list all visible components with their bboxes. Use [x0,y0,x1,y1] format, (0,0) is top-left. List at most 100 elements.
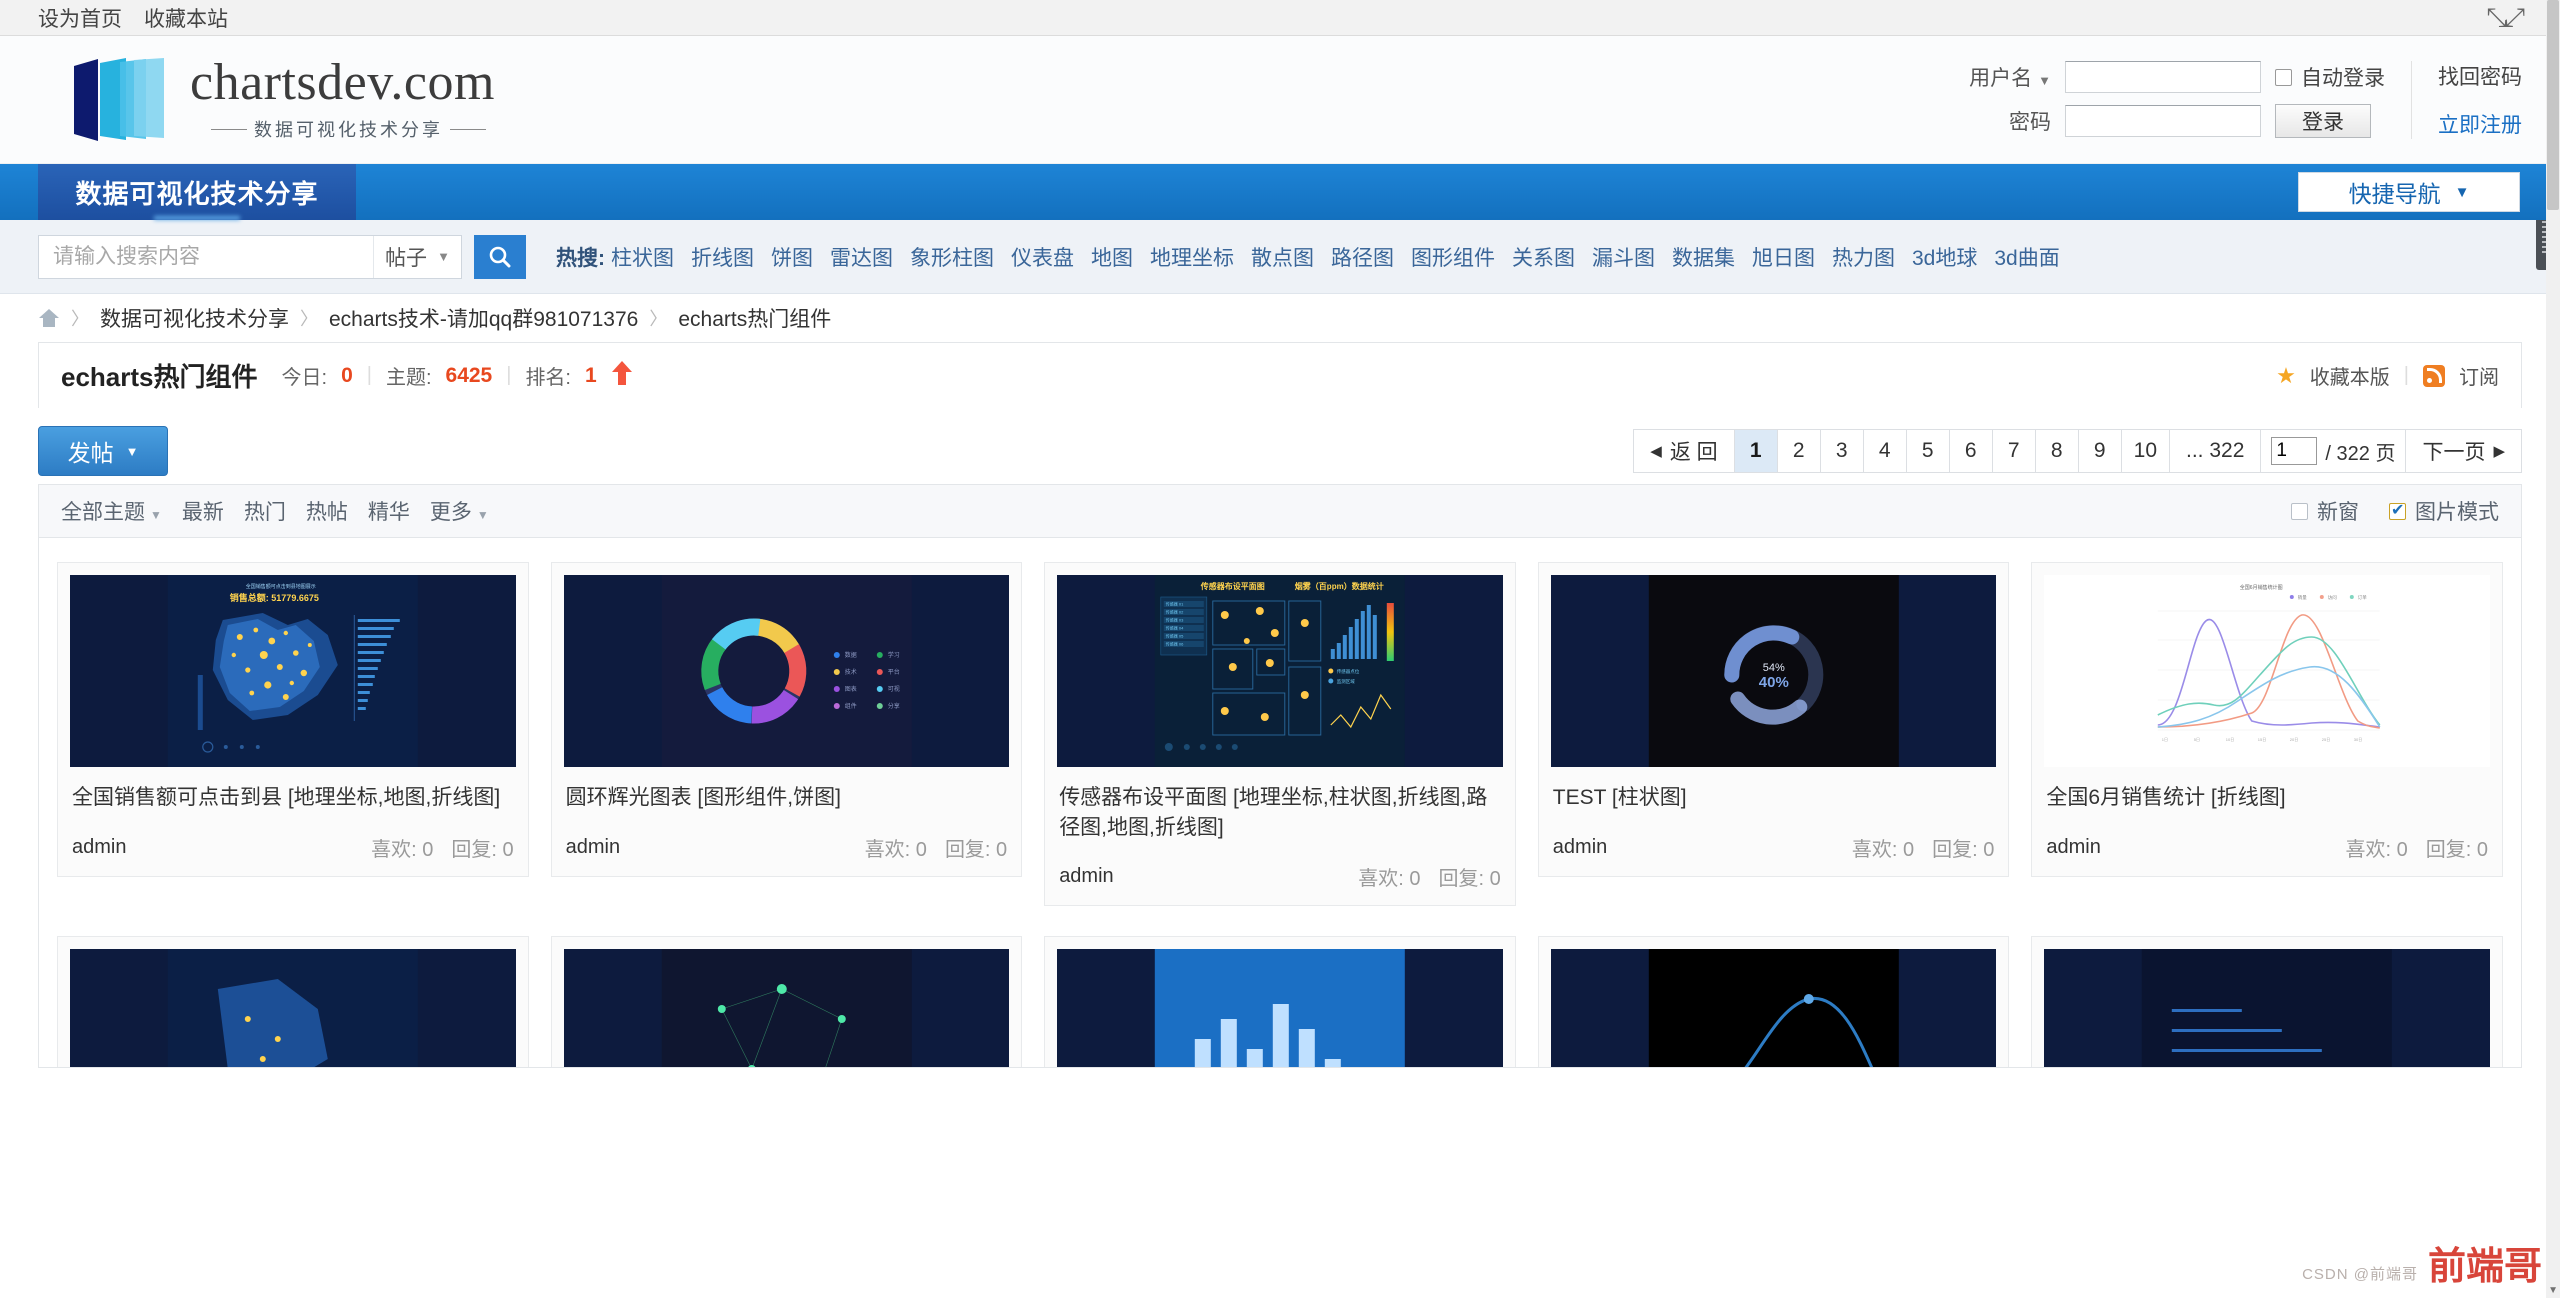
hot-search-tag-14[interactable]: 旭日图 [1752,242,1815,272]
pager-page-7[interactable]: 7 [1992,429,2036,473]
thread-title[interactable]: 全国销售额可点击到县 [地理坐标,地图,折线图] [72,783,514,815]
thread-title[interactable]: 圆环辉光图表 [图形组件,饼图] [566,783,1008,815]
site-logo[interactable]: chartsdev.com 数据可视化技术分享 [68,56,495,144]
thread-thumbnail[interactable]: 数据 学习 技术 平台 图表 可视 组件 分享 [564,575,1010,767]
hot-search-tag-3[interactable]: 雷达图 [830,242,893,272]
thread-card[interactable] [2031,936,2503,1068]
pager-page-9[interactable]: 9 [2078,429,2122,473]
hot-search-tag-17[interactable]: 3d曲面 [1994,242,2059,272]
home-icon[interactable] [38,308,60,328]
pager-back[interactable]: ◀ 返 回 [1633,429,1734,473]
thread-thumbnail[interactable]: 全国6月销售统计图 销量 访问 订单 [2044,575,2490,767]
hot-search-tag-7[interactable]: 地理坐标 [1150,242,1234,272]
hot-search-tag-10[interactable]: 图形组件 [1411,242,1495,272]
thread-author[interactable]: admin [2046,836,2100,859]
auto-login-checkbox[interactable] [2275,69,2292,86]
thread-thumbnail[interactable] [70,949,516,1068]
thread-thumbnail[interactable]: 全国销售额可点击到县地图展示 销售总额: 51779.6675 [70,575,516,767]
pager-page-4[interactable]: 4 [1863,429,1907,473]
filter-tab-digest[interactable]: 精华 [368,496,410,526]
filter-tab-newest[interactable]: 最新 [182,496,224,526]
login-button[interactable]: 登录 [2275,104,2371,138]
favorite-forum-link[interactable]: 收藏本版 [2310,361,2390,390]
filter-all-topics[interactable]: 全部主题▼ [61,496,162,526]
thread-card[interactable]: 54% 40% TEST [柱状图] admin 喜欢: 0 回复: 0 [1538,562,2010,877]
hot-search-tag-8[interactable]: 散点图 [1251,242,1314,272]
hot-search-tag-5[interactable]: 仪表盘 [1011,242,1074,272]
hot-search-tag-16[interactable]: 3d地球 [1912,242,1977,272]
newwindow-checkbox[interactable] [2291,503,2308,520]
thread-thumbnail[interactable]: 54% 40% [1551,575,1997,767]
pager-page-6[interactable]: 6 [1949,429,1993,473]
nav-item-active[interactable]: 数据可视化技术分享 [38,164,356,220]
hot-search-tag-2[interactable]: 饼图 [771,242,813,272]
newwindow-toggle[interactable]: 新窗 [2291,496,2359,526]
hot-search-tag-12[interactable]: 漏斗图 [1592,242,1655,272]
thread-thumbnail[interactable] [564,949,1010,1068]
thread-author[interactable]: admin [72,836,126,859]
thread-card[interactable]: 数据 学习 技术 平台 图表 可视 组件 分享 圆环辉光图表 [图形组件,饼图]… [551,562,1023,877]
pager-page-5[interactable]: 5 [1906,429,1950,473]
hot-search-tag-9[interactable]: 路径图 [1331,242,1394,272]
thread-author[interactable]: admin [1553,836,1607,859]
thread-card[interactable]: 全国6月销售统计图 销量 访问 订单 [2031,562,2503,877]
search-type-select[interactable]: 帖子 ▼ [373,236,461,278]
register-link[interactable]: 立即注册 [2438,109,2522,139]
hot-search-tag-13[interactable]: 数据集 [1672,242,1735,272]
hot-search-tag-0[interactable]: 柱状图 [611,242,674,272]
thread-card[interactable] [57,936,529,1068]
thread-thumbnail[interactable] [1551,949,1997,1068]
thread-card[interactable] [1538,936,2010,1068]
collapse-icon[interactable]: ⤡⤢ [2486,2,2522,34]
quicknav-button[interactable]: 快捷导航 ▼ [2298,172,2520,212]
scroll-down-icon[interactable]: ▼ [2548,1285,2558,1296]
imagemode-toggle[interactable]: 图片模式 [2389,496,2499,526]
auto-login-wrap[interactable]: 自动登录 [2275,62,2385,92]
set-homepage-link[interactable]: 设为首页 [38,3,122,33]
thread-title[interactable]: TEST [柱状图] [1553,783,1995,815]
hot-search-tag-6[interactable]: 地图 [1091,242,1133,272]
password-input[interactable] [2065,105,2261,137]
hot-search-tag-11[interactable]: 关系图 [1512,242,1575,272]
pager-next[interactable]: 下一页 ▶ [2405,429,2522,473]
rss-icon[interactable] [2423,365,2445,387]
username-label-wrap[interactable]: 用户名▼ [1969,62,2051,92]
hot-search-tag-15[interactable]: 热力图 [1832,242,1895,272]
thread-card[interactable]: 全国销售额可点击到县地图展示 销售总额: 51779.6675 [57,562,529,877]
scrollbar-thumb[interactable] [2547,0,2559,210]
filter-tab-hot[interactable]: 热门 [244,496,286,526]
pager-page-1[interactable]: 1 [1734,429,1778,473]
thread-card[interactable] [1044,936,1516,1068]
pager-page-3[interactable]: 3 [1820,429,1864,473]
thread-thumbnail[interactable] [2044,949,2490,1068]
thread-card[interactable] [551,936,1023,1068]
hot-search-tag-4[interactable]: 象形柱图 [910,242,994,272]
filter-tab-hotposts[interactable]: 热帖 [306,496,348,526]
pager-page-8[interactable]: 8 [2035,429,2079,473]
search-input[interactable] [39,236,373,278]
breadcrumb-item-0[interactable]: 数据可视化技术分享 [100,303,289,333]
thread-author[interactable]: admin [1059,865,1113,888]
page-scrollbar[interactable]: ▼ [2546,0,2560,1298]
subscribe-link[interactable]: 订阅 [2459,361,2499,390]
pager-last-page[interactable]: ... 322 [2169,429,2261,473]
thread-card[interactable]: 传感器布设平面图 烟雾（百ppm）数据统计 传感器 01 传感器 02 传感器 … [1044,562,1516,906]
thread-thumbnail[interactable] [1057,949,1503,1068]
breadcrumb-item-2[interactable]: echarts热门组件 [678,303,831,333]
hot-search-tag-1[interactable]: 折线图 [691,242,754,272]
pager-page-10[interactable]: 10 [2121,429,2170,473]
bookmark-site-link[interactable]: 收藏本站 [144,3,228,33]
breadcrumb-item-1[interactable]: echarts技术-请加qq群981071376 [329,303,638,333]
chevron-down-icon[interactable]: ▼ [2038,73,2051,88]
pager-jump-input[interactable] [2271,437,2317,465]
thread-title[interactable]: 传感器布设平面图 [地理坐标,柱状图,折线图,路径图,地图,折线图] [1059,783,1501,844]
new-post-button[interactable]: 发帖 ▼ [38,426,168,476]
search-button[interactable] [474,235,526,279]
imagemode-checkbox[interactable] [2389,503,2406,520]
thread-title[interactable]: 全国6月销售统计 [折线图] [2046,783,2488,815]
filter-more[interactable]: 更多▼ [430,496,489,526]
username-input[interactable] [2065,61,2261,93]
thread-thumbnail[interactable]: 传感器布设平面图 烟雾（百ppm）数据统计 传感器 01 传感器 02 传感器 … [1057,575,1503,767]
find-password-link[interactable]: 找回密码 [2438,61,2522,91]
pager-page-2[interactable]: 2 [1777,429,1821,473]
